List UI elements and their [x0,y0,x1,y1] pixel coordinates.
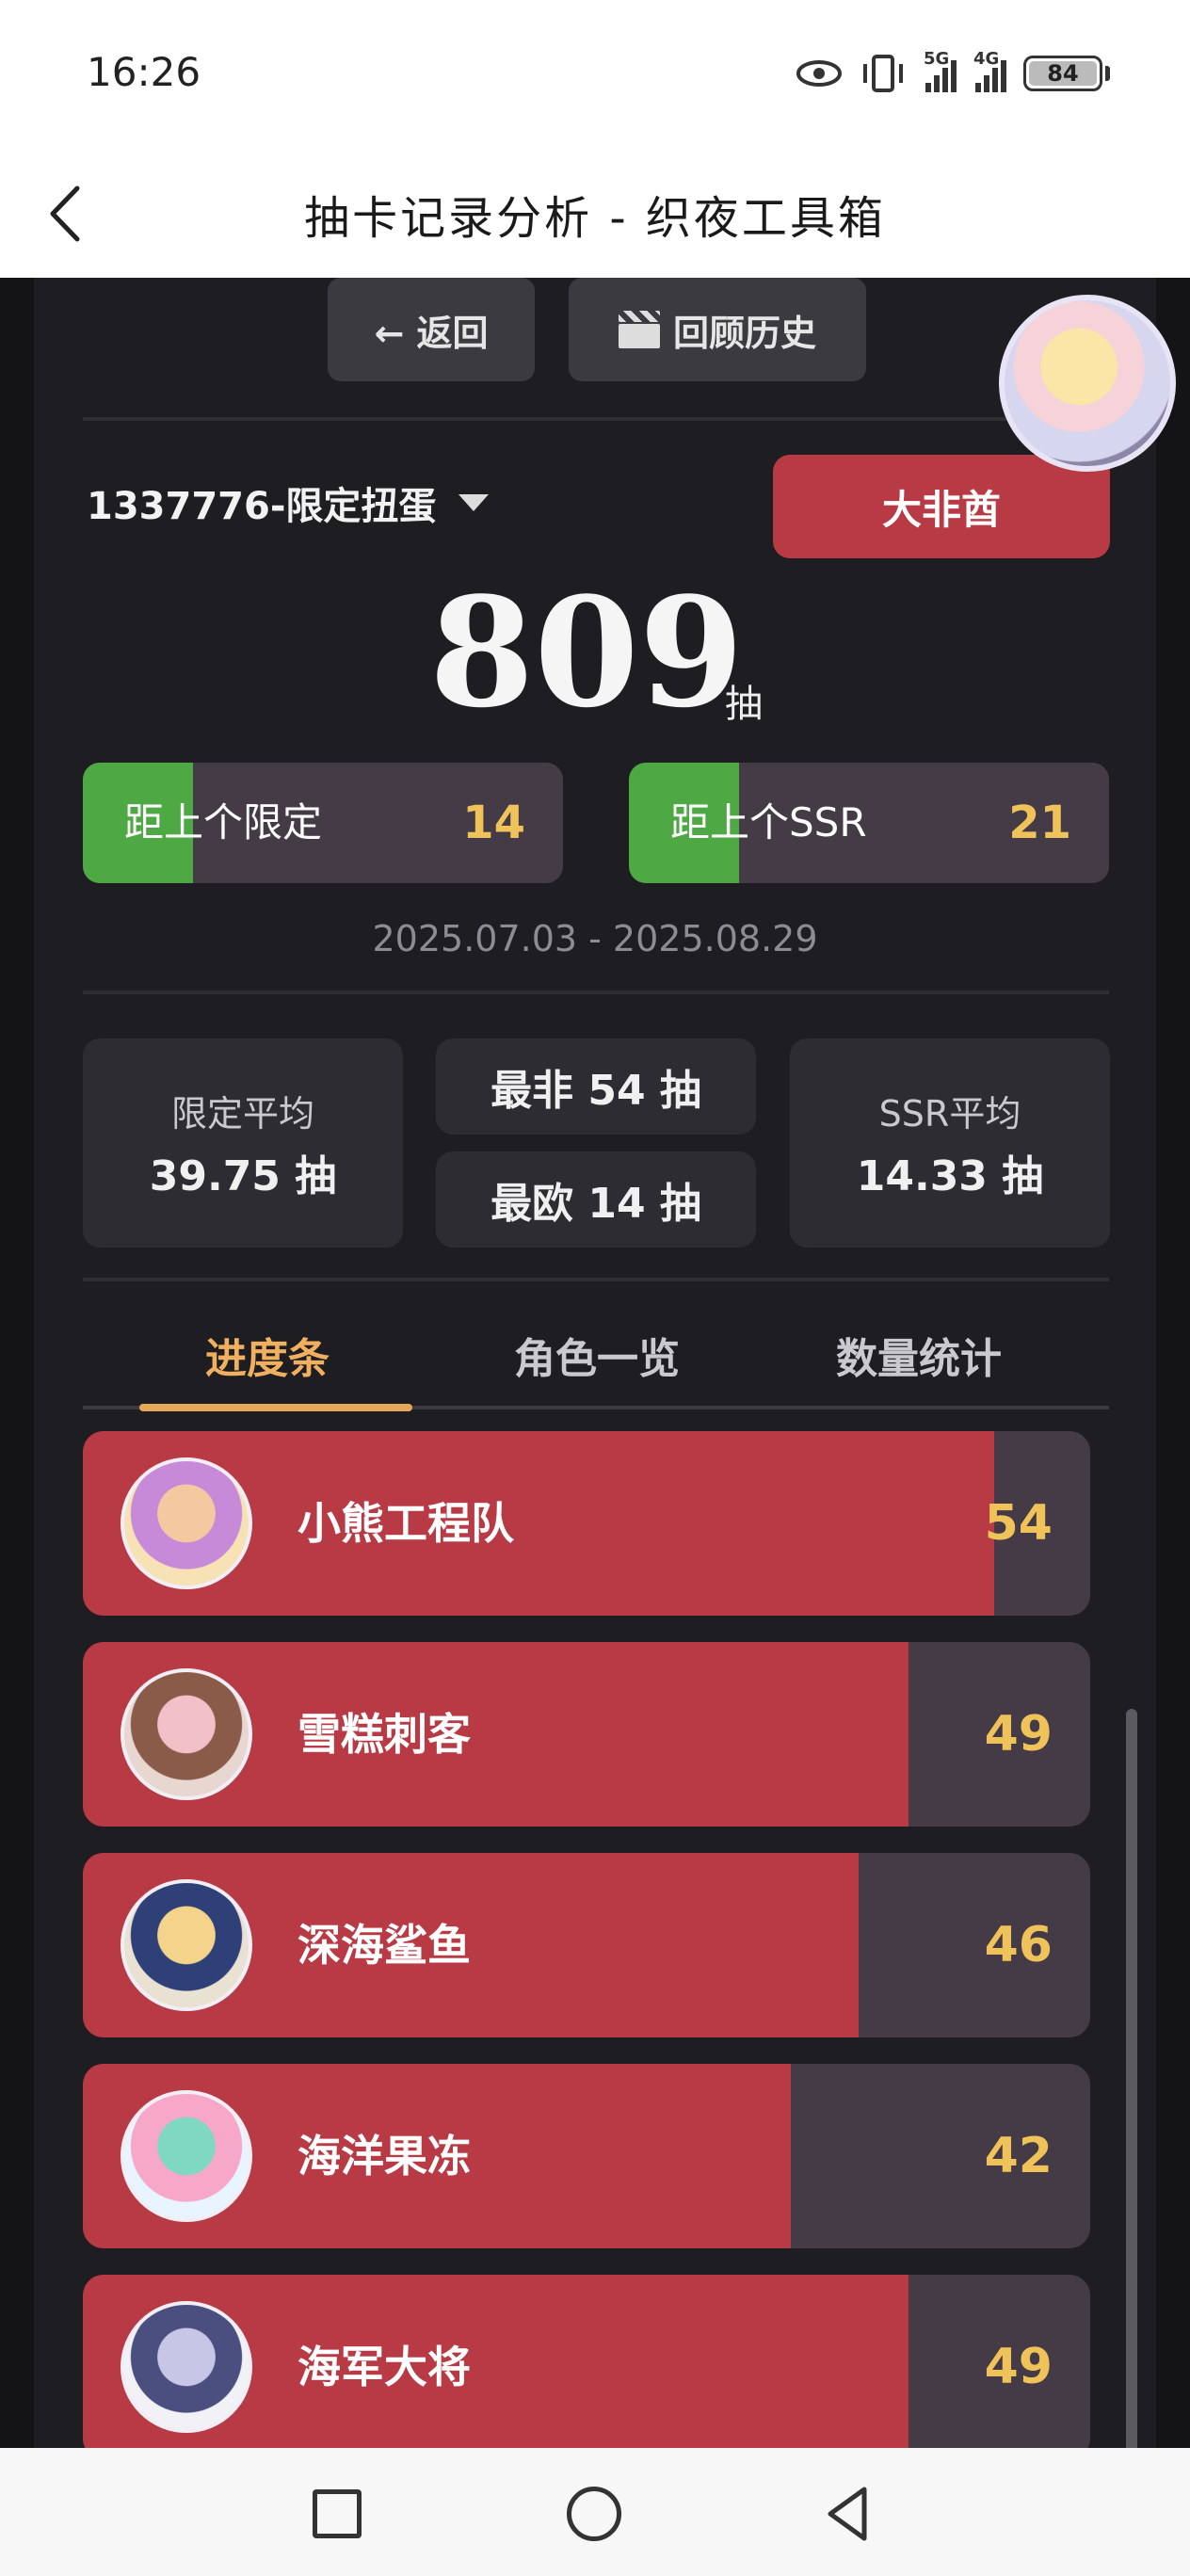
back-button-label: ← 返回 [374,312,489,354]
pull-row[interactable]: 雪糕刺客 49 [83,1642,1090,1827]
tab-progress[interactable]: 进度条 [205,1325,330,1385]
back-button[interactable]: ← 返回 [328,278,535,381]
character-avatar [121,2301,252,2433]
tab-bar: 进度条 角色一览 数量统计 [83,1325,1109,1400]
character-name: 小熊工程队 [298,1498,514,1549]
eye-icon [796,60,842,87]
signal-5g-icon: 5G [924,49,957,92]
home-button[interactable] [567,2487,621,2541]
date-range: 2025.07.03 - 2025.08.29 [372,918,818,959]
worst-pull-card: 最非 54 抽 [436,1038,756,1135]
history-button-label: 回顾历史 [672,312,816,354]
pull-count: 49 [984,2339,1053,2395]
history-button[interactable]: 回顾历史 [569,278,866,381]
total-pulls: 809 [429,564,744,741]
total-pulls-unit: 抽 [725,683,763,726]
since-limited-value: 14 [462,797,525,849]
limited-average-card: 限定平均 39.75 抽 [83,1038,403,1248]
title-bar: 抽卡记录分析 - 织夜工具箱 [0,151,1190,278]
back-triangle-icon[interactable] [819,2484,876,2544]
character-avatar [121,1457,252,1589]
clapperboard-icon [618,311,660,348]
status-icons: 5G 4G 84 [796,49,1110,94]
tab-characters[interactable]: 角色一览 [514,1325,680,1385]
status-bar: 16:26 5G 4G 84 [0,0,1190,151]
scrollbar[interactable] [1126,1709,1137,2448]
character-name: 雪糕刺客 [298,1709,471,1760]
signal-4g-icon: 4G [973,49,1006,92]
pull-row[interactable]: 深海鲨鱼 46 [83,1853,1090,2037]
pull-count: 42 [984,2128,1053,2184]
pull-row[interactable]: 海军大将 49 [83,2275,1090,2448]
worst-pull-value: 最非 54 抽 [490,1067,701,1115]
divider [83,990,1109,994]
limited-average-value: 39.75 抽 [149,1151,337,1200]
character-name: 海军大将 [298,2342,471,2392]
caret-down-icon [458,494,490,511]
ssr-average-label: SSR平均 [878,1092,1021,1135]
tab-active-indicator [139,1404,412,1411]
since-ssr-value: 21 [1008,797,1071,849]
divider [83,1278,1109,1281]
vibrate-icon [863,55,903,92]
ssr-average-card: SSR平均 14.33 抽 [790,1038,1110,1248]
character-avatar [121,2090,252,2222]
pull-count: 49 [984,1706,1053,1763]
tab-statistics[interactable]: 数量统计 [836,1325,1002,1385]
pool-dropdown[interactable]: 1337776-限定扭蛋 [87,475,490,530]
pool-dropdown-value: 1337776-限定扭蛋 [87,485,437,528]
pull-row[interactable]: 海洋果冻 42 [83,2064,1090,2248]
since-limited-label: 距上个限定 [124,799,323,845]
page-title: 抽卡记录分析 - 织夜工具箱 [304,192,886,245]
character-name: 深海鲨鱼 [298,1920,471,1971]
character-name: 海洋果冻 [298,2131,471,2182]
battery-level: 84 [1029,61,1097,86]
pull-row[interactable]: 小熊工程队 54 [83,1431,1090,1616]
best-pull-card: 最欧 14 抽 [436,1151,756,1248]
limited-average-label: 限定平均 [170,1092,314,1135]
content-panel: ← 返回 回顾历史 1337776-限定扭蛋 大非酋 809 抽 距上个限定 1… [34,278,1156,2448]
best-pull-value: 最欧 14 抽 [490,1180,701,1228]
floating-avatar[interactable] [999,295,1176,472]
character-avatar [121,1668,252,1800]
navigation-bar [0,2448,1190,2576]
since-ssr-label: 距上个SSR [670,799,867,845]
character-avatar [121,1879,252,2011]
battery-icon: 84 [1023,56,1110,91]
ssr-average-value: 14.33 抽 [856,1151,1044,1200]
recents-button[interactable] [313,2489,362,2538]
divider [83,417,1109,421]
pull-count: 54 [984,1495,1053,1552]
since-ssr-bar: 距上个SSR 21 [629,763,1109,883]
since-limited-bar: 距上个限定 14 [83,763,563,883]
status-time: 16:26 [87,49,201,95]
pull-count: 46 [984,1917,1053,1973]
rank-badge: 大非酋 [773,455,1110,558]
